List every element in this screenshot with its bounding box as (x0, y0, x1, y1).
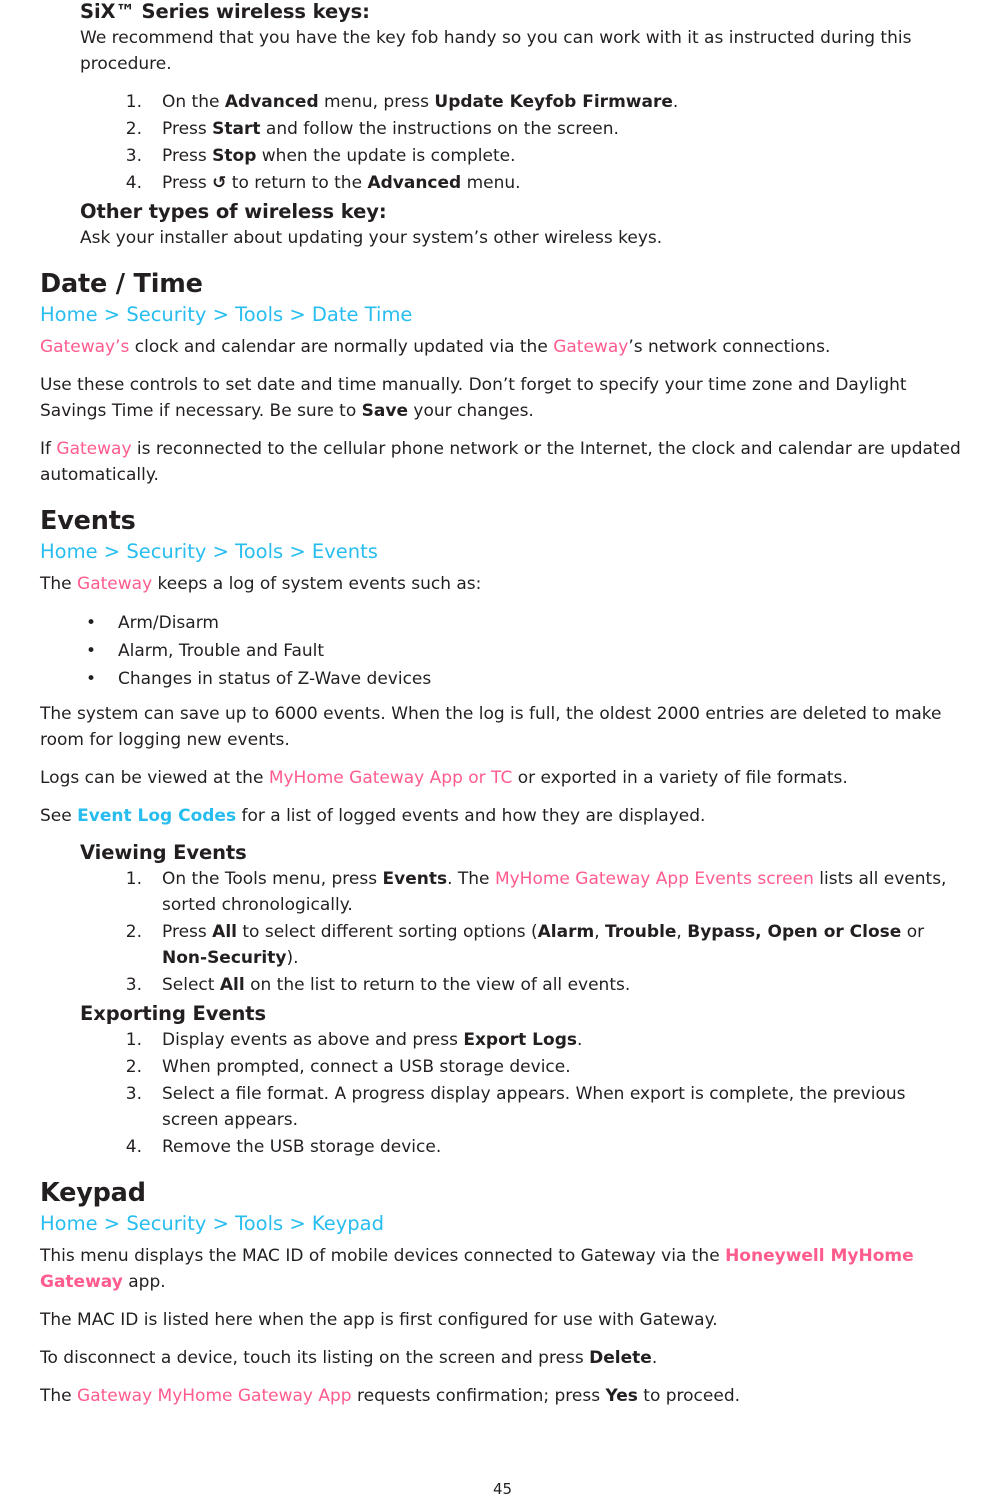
breadcrumb-events: Home > Security > Tools > Events (40, 540, 378, 563)
events-intro: The Gateway keeps a log of system events… (40, 574, 482, 594)
list-marker: 2. (125, 1057, 142, 1077)
list-item: 4. Remove the USB storage device. (40, 1134, 965, 1160)
date-time-paragraph-3: If Gateway is reconnected to the cellula… (40, 439, 961, 485)
date-time-title: Date / Time (40, 269, 203, 299)
other-wireless-key-text: Ask your installer about updating your s… (80, 228, 663, 248)
keypad-paragraph-1: This menu displays the MAC ID of mobile … (40, 1246, 914, 1292)
bullet-icon: • (86, 669, 97, 689)
other-wireless-key-heading: Other types of wireless key: (80, 200, 387, 223)
list-marker: 1. (125, 92, 142, 112)
step-text: On the Advanced menu, press Update Keyfo… (162, 92, 679, 112)
bullet-icon: • (86, 641, 97, 661)
bullet-text: Changes in status of Z-Wave devices (118, 669, 432, 689)
list-marker: 1. (125, 869, 142, 889)
list-item: 3. Select All on the list to return to t… (40, 972, 965, 998)
list-item: 3. Press Stop when the update is complet… (40, 143, 965, 169)
list-item: 2. Press Start and follow the instructio… (40, 116, 965, 142)
viewing-events-heading: Viewing Events (80, 841, 247, 864)
step-text: Press Stop when the update is complete. (162, 146, 516, 166)
step-text: Select a file format. A progress display… (162, 1084, 906, 1130)
keypad-title: Keypad (40, 1178, 146, 1208)
page-number: 45 (492, 1480, 513, 1498)
breadcrumb-keypad: Home > Security > Tools > Keypad (40, 1212, 384, 1235)
list-marker: 3. (125, 975, 142, 995)
step-text: When prompted, connect a USB storage dev… (162, 1057, 571, 1077)
six-series-steps: 1. On the Advanced menu, press Update Ke… (40, 89, 965, 196)
breadcrumb-date-time: Home > Security > Tools > Date Time (40, 303, 413, 326)
step-text: Display events as above and press Export… (162, 1030, 583, 1050)
list-item: • Changes in status of Z-Wave devices (40, 665, 965, 693)
events-capacity-paragraph: The system can save up to 6000 events. W… (40, 704, 942, 750)
list-item: • Alarm, Trouble and Fault (40, 637, 965, 665)
date-time-paragraph-2: Use these controls to set date and time … (40, 375, 907, 421)
events-title: Events (40, 506, 136, 536)
list-marker: 2. (125, 119, 142, 139)
keypad-paragraph-2: The MAC ID is listed here when the app i… (40, 1310, 718, 1330)
list-item: 3. Select a file format. A progress disp… (40, 1081, 965, 1133)
list-item: • Arm/Disarm (40, 609, 965, 637)
list-marker: 3. (125, 1084, 142, 1104)
step-text: Press ↺ to return to the Advanced menu. (162, 173, 521, 193)
event-log-codes-link[interactable]: Event Log Codes (77, 806, 236, 826)
exporting-events-steps: 1. Display events as above and press Exp… (40, 1027, 965, 1160)
list-item: 4. Press ↺ to return to the Advanced men… (40, 170, 965, 196)
viewing-events-steps: 1. On the Tools menu, press Events. The … (40, 866, 965, 998)
back-arrow-icon: ↺ (212, 173, 227, 193)
list-item: 1. Display events as above and press Exp… (40, 1027, 965, 1053)
keypad-paragraph-4: The Gateway MyHome Gateway App requests … (40, 1386, 741, 1406)
step-text: Press All to select different sorting op… (162, 922, 925, 968)
keypad-paragraph-3: To disconnect a device, touch its listin… (40, 1348, 658, 1368)
events-see-paragraph: See Event Log Codes for a list of logged… (40, 806, 706, 826)
bullet-text: Alarm, Trouble and Fault (118, 641, 325, 661)
list-marker: 4. (125, 1137, 142, 1157)
document-page: SiX™ Series wireless keys: We recommend … (0, 0, 1005, 1512)
list-marker: 3. (125, 146, 142, 166)
step-text: Remove the USB storage device. (162, 1137, 442, 1157)
list-marker: 4. (125, 173, 142, 193)
step-text: On the Tools menu, press Events. The MyH… (162, 869, 947, 915)
events-bullet-list: • Arm/Disarm • Alarm, Trouble and Fault • C… (40, 609, 965, 693)
six-series-intro: We recommend that you have the key fob h… (80, 28, 912, 74)
list-item: 2. When prompted, connect a USB storage … (40, 1054, 965, 1080)
bullet-text: Arm/Disarm (118, 613, 219, 633)
bullet-icon: • (86, 613, 97, 633)
exporting-events-heading: Exporting Events (80, 1002, 266, 1025)
list-item: 1. On the Advanced menu, press Update Ke… (40, 89, 965, 115)
list-item: 2. Press All to select different sorting… (40, 919, 965, 971)
list-marker: 1. (125, 1030, 142, 1050)
six-series-heading: SiX™ Series wireless keys: (80, 0, 370, 23)
date-time-paragraph-1: Gateway’s clock and calendar are normall… (40, 337, 831, 357)
events-logs-paragraph: Logs can be viewed at the MyHome Gateway… (40, 768, 848, 788)
list-item: 1. On the Tools menu, press Events. The … (40, 866, 965, 918)
list-marker: 2. (125, 922, 142, 942)
step-text: Select All on the list to return to the … (162, 975, 631, 995)
step-text: Press Start and follow the instructions … (162, 119, 619, 139)
